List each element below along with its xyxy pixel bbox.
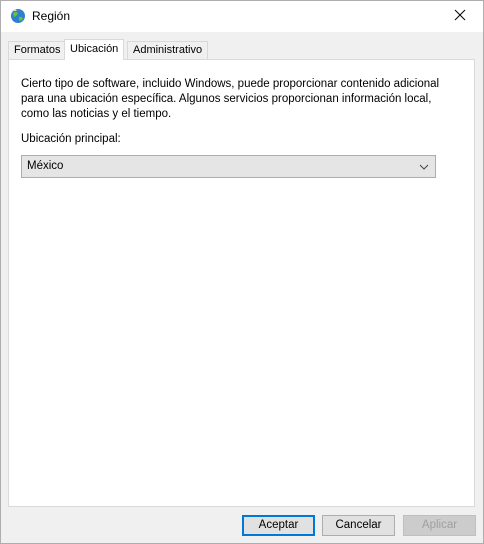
globe-icon xyxy=(10,8,26,24)
home-location-label: Ubicación principal: xyxy=(21,133,121,145)
tab-administrativo[interactable]: Administrativo xyxy=(127,41,209,59)
close-icon xyxy=(454,9,466,24)
tab-formatos[interactable]: Formatos xyxy=(8,41,67,59)
home-location-select[interactable]: México xyxy=(21,155,436,178)
cancel-button[interactable]: Cancelar xyxy=(322,515,395,536)
apply-button[interactable]: Aplicar xyxy=(403,515,476,536)
close-button[interactable] xyxy=(437,1,483,32)
chevron-down-icon xyxy=(418,161,430,173)
tab-panel: Cierto tipo de software, incluido Window… xyxy=(8,59,475,507)
tab-ubicacion[interactable]: Ubicación xyxy=(64,39,125,60)
title-bar: Región xyxy=(1,1,483,32)
region-dialog: Región Formatos Ubicación Administrativo… xyxy=(0,0,484,544)
ok-button[interactable]: Aceptar xyxy=(242,515,315,536)
tab-strip: Formatos Ubicación Administrativo xyxy=(8,39,476,60)
window-title: Región xyxy=(32,9,71,23)
home-location-value: México xyxy=(27,160,64,172)
location-description: Cierto tipo de software, incluido Window… xyxy=(21,78,440,120)
